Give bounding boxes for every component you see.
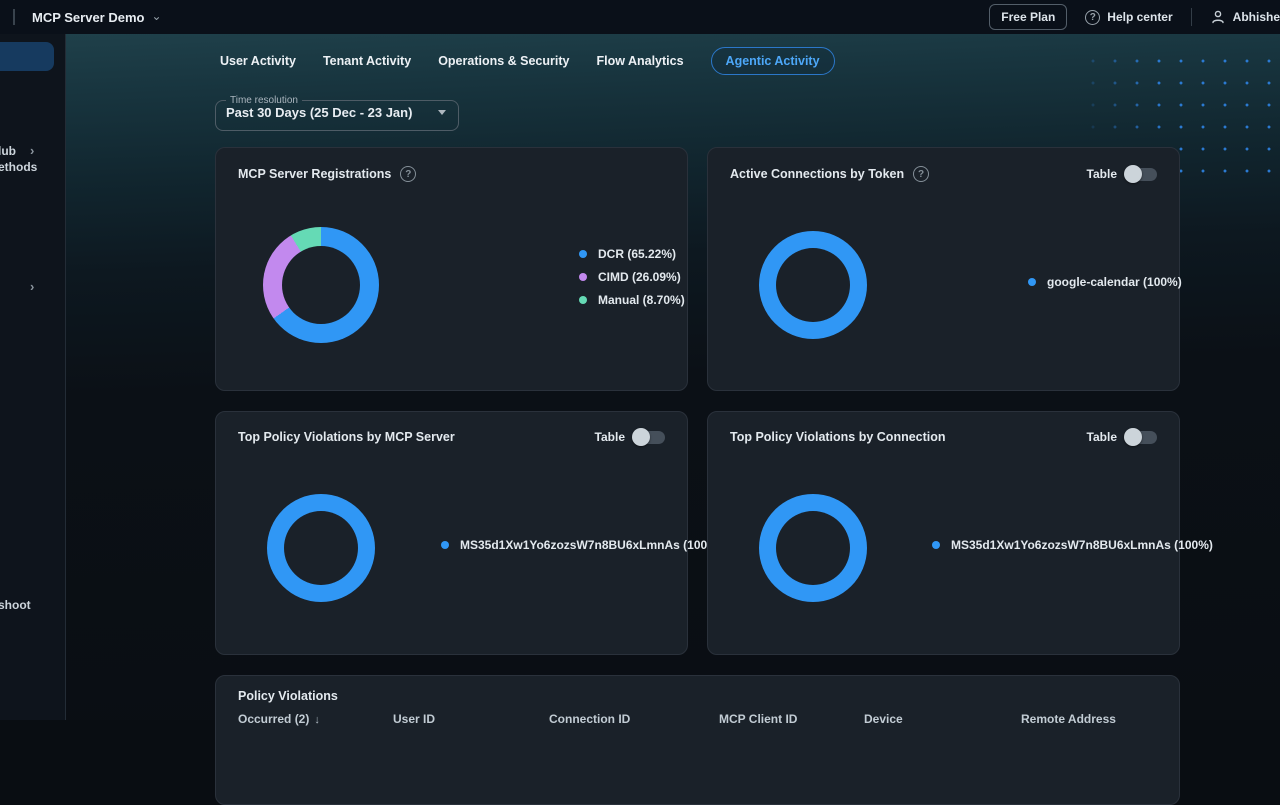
column-header-user-id[interactable]: User ID bbox=[393, 712, 435, 726]
column-header-device[interactable]: Device bbox=[864, 712, 903, 726]
card-active-connections-by-token: Active Connections by Token ? Table goog… bbox=[707, 147, 1180, 391]
donut-hole bbox=[776, 248, 850, 322]
card-mcp-server-registrations: MCP Server Registrations ? DCR (65.22%) … bbox=[215, 147, 688, 391]
sidebar-item-label: shoot bbox=[0, 598, 31, 612]
table-title: Policy Violations bbox=[238, 689, 338, 703]
table-toggle-label: Table bbox=[595, 430, 625, 444]
legend-dot bbox=[441, 541, 449, 549]
legend-dot bbox=[579, 250, 587, 258]
user-menu[interactable]: Abhishe bbox=[1210, 9, 1280, 25]
legend-label: DCR (65.22%) bbox=[598, 247, 676, 261]
card-top-policy-violations-by-mcp-server: Top Policy Violations by MCP Server Tabl… bbox=[215, 411, 688, 655]
chart-legend: google-calendar (100%) bbox=[1028, 270, 1182, 293]
top-bar: MCP Server Demo ⌄ Free Plan ? Help cente… bbox=[0, 0, 1280, 34]
column-header-label: Occurred (2) bbox=[238, 712, 309, 726]
toggle-knob bbox=[1124, 165, 1142, 183]
free-plan-button[interactable]: Free Plan bbox=[989, 4, 1067, 30]
legend-dot bbox=[579, 296, 587, 304]
table-toggle-label: Table bbox=[1087, 430, 1117, 444]
tab-user-activity[interactable]: User Activity bbox=[220, 54, 296, 68]
org-name: MCP Server Demo bbox=[32, 10, 144, 25]
donut-hole bbox=[284, 511, 358, 585]
legend-item: Manual (8.70%) bbox=[579, 288, 685, 311]
toggle-knob bbox=[1124, 428, 1142, 446]
time-resolution-select[interactable]: Time resolution Past 30 Days (25 Dec - 2… bbox=[215, 95, 459, 131]
donut-hole bbox=[776, 511, 850, 585]
sidebar-item-label: ethods bbox=[0, 160, 37, 174]
donut-hole bbox=[282, 246, 360, 324]
table-toggle[interactable] bbox=[635, 431, 665, 444]
legend-label: MS35d1Xw1Yo6zozsW7n8BU6xLmnAs (100%) bbox=[460, 538, 722, 552]
help-icon: ? bbox=[1085, 10, 1100, 25]
column-header-remote-address[interactable]: Remote Address bbox=[1021, 712, 1116, 726]
help-icon[interactable]: ? bbox=[400, 166, 416, 182]
sidebar-item-hub[interactable]: lub bbox=[0, 144, 16, 158]
chevron-down-icon: ⌄ bbox=[151, 11, 161, 21]
card-title: Top Policy Violations by Connection bbox=[730, 430, 946, 444]
violations-connection-donut-chart bbox=[759, 494, 867, 602]
card-title: MCP Server Registrations bbox=[238, 167, 391, 181]
card-title: Active Connections by Token bbox=[730, 167, 904, 181]
legend-item: DCR (65.22%) bbox=[579, 242, 685, 265]
registrations-donut-chart bbox=[263, 227, 379, 343]
legend-dot bbox=[579, 273, 587, 281]
sidebar-item-troubleshoot[interactable]: shoot bbox=[0, 598, 31, 612]
sort-desc-icon[interactable]: ↓ bbox=[314, 714, 320, 726]
chart-legend: MS35d1Xw1Yo6zozsW7n8BU6xLmnAs (100%) bbox=[441, 533, 722, 556]
table-toggle[interactable] bbox=[1127, 168, 1157, 181]
legend-label: Manual (8.70%) bbox=[598, 293, 685, 307]
card-top-policy-violations-by-connection: Top Policy Violations by Connection Tabl… bbox=[707, 411, 1180, 655]
topbar-divider bbox=[13, 9, 15, 25]
chart-legend: DCR (65.22%) CIMD (26.09%) Manual (8.70%… bbox=[579, 242, 685, 311]
column-header-occurred[interactable]: Occurred (2) ↓ bbox=[238, 712, 320, 726]
connections-donut-chart bbox=[759, 231, 867, 339]
sidebar-item-label: lub bbox=[0, 144, 16, 158]
legend-label: MS35d1Xw1Yo6zozsW7n8BU6xLmnAs (100%) bbox=[951, 538, 1213, 552]
help-center-label: Help center bbox=[1107, 10, 1172, 24]
violations-server-donut-chart bbox=[267, 494, 375, 602]
user-icon bbox=[1210, 9, 1226, 25]
sidebar-item-selected[interactable] bbox=[0, 42, 54, 71]
legend-dot bbox=[1028, 278, 1036, 286]
legend-item: MS35d1Xw1Yo6zozsW7n8BU6xLmnAs (100%) bbox=[441, 533, 722, 556]
analytics-tabs: User Activity Tenant Activity Operations… bbox=[220, 46, 835, 76]
topbar-vertical-divider bbox=[1191, 8, 1192, 26]
legend-item: MS35d1Xw1Yo6zozsW7n8BU6xLmnAs (100%) bbox=[932, 533, 1213, 556]
column-header-mcp-client-id[interactable]: MCP Client ID bbox=[719, 712, 797, 726]
column-header-connection-id[interactable]: Connection ID bbox=[549, 712, 630, 726]
legend-item: google-calendar (100%) bbox=[1028, 270, 1182, 293]
legend-item: CIMD (26.09%) bbox=[579, 265, 685, 288]
chart-legend: MS35d1Xw1Yo6zozsW7n8BU6xLmnAs (100%) bbox=[932, 533, 1213, 556]
dropdown-caret-icon bbox=[438, 110, 446, 115]
help-icon[interactable]: ? bbox=[913, 166, 929, 182]
card-title: Top Policy Violations by MCP Server bbox=[238, 430, 455, 444]
tab-flow-analytics[interactable]: Flow Analytics bbox=[596, 54, 683, 68]
sidebar-item-methods[interactable]: ethods bbox=[0, 160, 37, 174]
help-center-link[interactable]: ? Help center bbox=[1085, 10, 1172, 25]
tab-tenant-activity[interactable]: Tenant Activity bbox=[323, 54, 411, 68]
toggle-knob bbox=[632, 428, 650, 446]
sidebar: lub › ethods › shoot bbox=[0, 34, 66, 720]
org-switcher[interactable]: MCP Server Demo ⌄ bbox=[32, 10, 162, 25]
legend-label: google-calendar (100%) bbox=[1047, 275, 1182, 289]
time-resolution-value: Past 30 Days (25 Dec - 23 Jan) bbox=[226, 105, 412, 120]
legend-dot bbox=[932, 541, 940, 549]
tab-operations-security[interactable]: Operations & Security bbox=[438, 54, 569, 68]
table-toggle-label: Table bbox=[1087, 167, 1117, 181]
legend-label: CIMD (26.09%) bbox=[598, 270, 681, 284]
chevron-right-icon[interactable]: › bbox=[30, 279, 34, 294]
table-toggle[interactable] bbox=[1127, 431, 1157, 444]
chevron-right-icon[interactable]: › bbox=[30, 143, 34, 158]
tab-agentic-activity[interactable]: Agentic Activity bbox=[711, 47, 835, 75]
card-policy-violations-table: Policy Violations Occurred (2)↓ User ID … bbox=[215, 675, 1180, 805]
user-name: Abhishe bbox=[1233, 10, 1280, 24]
